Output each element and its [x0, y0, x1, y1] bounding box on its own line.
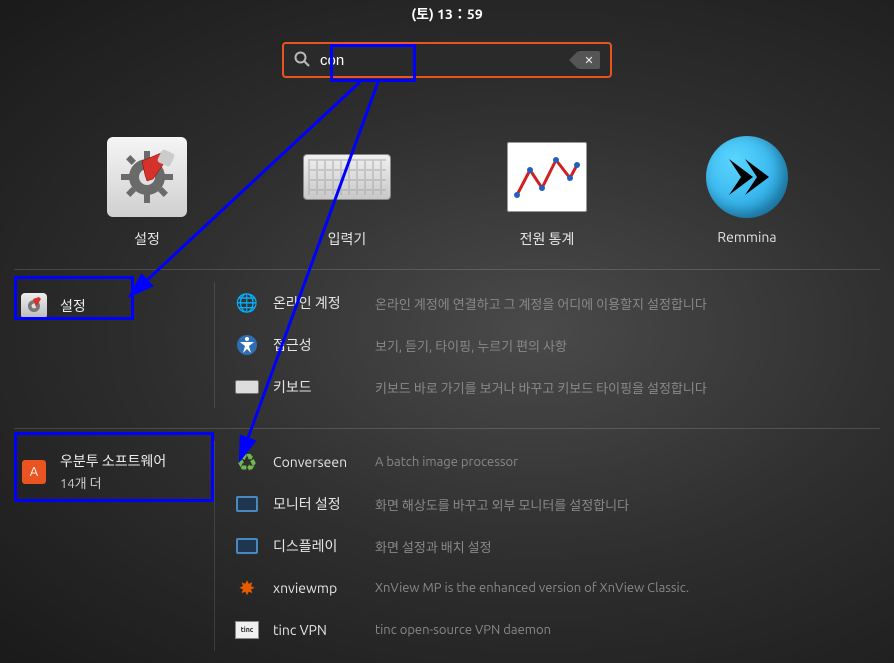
section-title: 우분투 소프트웨어	[60, 451, 166, 471]
app-remmina[interactable]: Remmina	[682, 133, 812, 249]
search-icon	[294, 51, 310, 70]
result-desc: tinc open-source VPN daemon	[375, 623, 551, 637]
xnview-icon: ✸	[235, 576, 259, 600]
app-settings[interactable]: 설정	[82, 133, 212, 249]
result-accessibility[interactable]: 접근성 보기, 듣기, 타이핑, 누르기 편의 사항	[235, 324, 870, 366]
section-header-settings[interactable]: 설정	[14, 282, 214, 330]
result-name: Converseen	[273, 454, 361, 470]
clear-search-icon[interactable]: ✕	[578, 51, 600, 69]
result-keyboard[interactable]: 키보드 키보드 바로 가기를 보거나 바꾸고 키보드 타이핑을 설정합니다	[235, 366, 870, 408]
app-input-method[interactable]: 입력기	[282, 133, 412, 249]
app-label: 입력기	[328, 229, 367, 249]
app-label: Remmina	[717, 229, 776, 245]
app-label: 설정	[134, 229, 160, 249]
section-settings: 설정 🌐 온라인 계정 온라인 계정에 연결하고 그 계정을 어디에 이용할지 …	[14, 282, 880, 408]
result-xnviewmp[interactable]: ✸ xnviewmp XnView MP is the enhanced ver…	[235, 567, 870, 609]
result-display[interactable]: 디스플레이 화면 설정과 배치 설정	[235, 525, 870, 567]
recycle-icon: ♻	[235, 450, 259, 474]
top-clock: (토) 13：59	[0, 0, 894, 28]
section-more: 14개 더	[60, 473, 166, 492]
result-name: 접근성	[273, 335, 361, 355]
accessibility-icon	[235, 333, 259, 357]
search-input[interactable]	[320, 52, 568, 69]
result-desc: 보기, 듣기, 타이핑, 누르기 편의 사항	[375, 336, 567, 355]
app-power-stats[interactable]: 전원 통계	[482, 133, 612, 249]
divider	[14, 269, 880, 270]
result-monitor-settings[interactable]: 모니터 설정 화면 해상도를 바꾸고 외부 모니터를 설정합니다	[235, 483, 870, 525]
result-online-accounts[interactable]: 🌐 온라인 계정 온라인 계정에 연결하고 그 계정을 어디에 이용할지 설정합…	[235, 282, 870, 324]
result-name: 키보드	[273, 377, 361, 397]
result-name: 모니터 설정	[273, 494, 361, 514]
app-label: 전원 통계	[520, 229, 575, 249]
chart-icon	[507, 142, 587, 212]
result-name: xnviewmp	[273, 580, 361, 596]
divider	[14, 428, 880, 429]
apps-grid: 설정 입력기 전원 통계 Remmina	[0, 133, 894, 249]
result-desc: 화면 해상도를 바꾸고 외부 모니터를 설정합니다	[375, 495, 629, 514]
result-tincvpn[interactable]: tinc tinc VPN tinc open-source VPN daemo…	[235, 609, 870, 651]
keyboard-icon	[235, 375, 259, 399]
result-name: tinc VPN	[273, 622, 361, 638]
section-header-software[interactable]: A 우분투 소프트웨어 14개 더	[14, 441, 214, 502]
result-converseen[interactable]: ♻ Converseen A batch image processor	[235, 441, 870, 483]
keyboard-icon	[303, 154, 391, 200]
result-name: 디스플레이	[273, 536, 361, 556]
monitor-icon	[235, 492, 259, 516]
ubuntu-software-icon: A	[22, 460, 46, 484]
result-desc: 키보드 바로 가기를 보거나 바꾸고 키보드 타이핑을 설정합니다	[375, 378, 707, 397]
result-name: 온라인 계정	[273, 293, 361, 313]
monitor-icon	[235, 534, 259, 558]
result-desc: A batch image processor	[375, 455, 518, 469]
result-desc: 온라인 계정에 연결하고 그 계정을 어디에 이용할지 설정합니다	[375, 294, 707, 313]
tinc-icon: tinc	[235, 618, 259, 642]
remmina-icon	[706, 136, 788, 218]
settings-icon	[21, 293, 47, 319]
result-desc: 화면 설정과 배치 설정	[375, 537, 492, 556]
section-title: 설정	[60, 296, 86, 316]
globe-icon: 🌐	[235, 291, 259, 315]
search-box[interactable]: ✕	[282, 42, 612, 78]
section-software: A 우분투 소프트웨어 14개 더 ♻ Converseen A batch i…	[14, 441, 880, 651]
result-desc: XnView MP is the enhanced version of XnV…	[375, 581, 689, 595]
settings-icon	[107, 137, 187, 217]
